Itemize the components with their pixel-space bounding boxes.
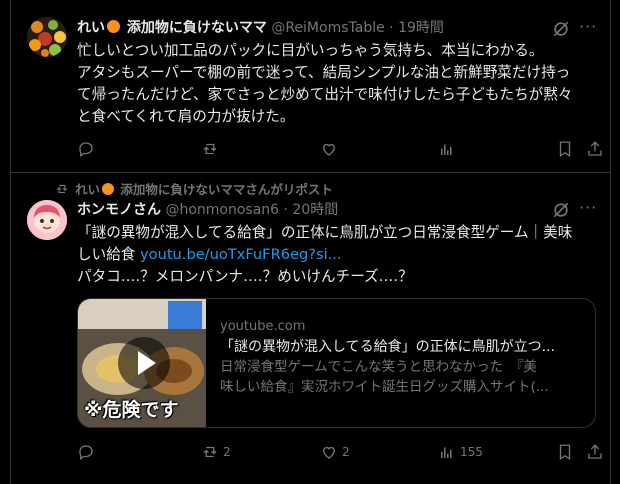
card-description-line: 味しい給食』実況ホワイト誕生日グッズ購入サイト(... [220,379,549,395]
tweet-text: 「謎の異物が混入してる給食」の正体に鳥肌が立つ日常浸食型ゲーム｜美味 しい給食 … [77,222,602,288]
repost-note[interactable]: れい 添加物に負けないママさんがリポスト [55,179,333,198]
timestamp[interactable]: 19時間 [398,20,444,36]
tweet-text-line: パタコ‥‥？メロンパンナ‥‥？めいけんチーズ‥‥？ [77,268,413,285]
thumbnail-caption: ※危険です [84,399,179,421]
tweet-text-line: て帰ったんだけど、家でさっと炒めて出汁で味付けしたら子どもたちが黙々 [77,86,573,103]
reposter-text[interactable]: 添加物に負けないママさんがリポスト [120,182,333,197]
views-count: 155 [460,445,483,459]
card-title: 「謎の異物が混入してる給食」の正体に鳥肌が立つ... [220,339,555,355]
dot-separator: · [279,202,293,218]
bookmark-button[interactable] [556,138,574,160]
tweet-text-fragment: しい給食 [77,246,141,263]
bookmark-icon [559,444,571,461]
repost-count: 2 [223,445,231,459]
handle[interactable]: @ReiMomsTable [271,20,384,36]
timeline: れい 添加物に負けないママ @ReiMomsTable · 19時間 ··· 忙… [10,0,611,484]
views-icon [441,447,452,458]
dot-separator: · [384,20,399,36]
views-button[interactable] [438,138,460,160]
reply-button[interactable] [77,138,99,160]
repost-icon [203,143,217,155]
share-button[interactable] [586,441,604,463]
grok-icon[interactable] [551,19,571,39]
repost-button[interactable]: 2 [201,441,231,463]
share-icon [588,141,602,156]
display-name[interactable]: ホンモノさん [77,202,161,218]
bookmark-icon [559,141,571,158]
tweet-header: れい 添加物に負けないママ @ReiMomsTable · 19時間 [77,18,444,38]
card-thumbnail[interactable]: ※危険です [78,299,206,427]
like-button[interactable]: 2 [320,441,350,463]
share-button[interactable] [586,138,604,160]
tweet-honmonosan[interactable]: れい 添加物に負けないママさんがリポスト ホンモノさん @honmonosan6… [11,173,610,484]
reply-icon [79,142,93,158]
repost-icon [56,184,68,193]
display-name-suffix[interactable]: 添加物に負けないママ [127,20,267,36]
tweet-link[interactable]: youtu.be/uoTxFuFR6eg?si... [140,246,342,263]
reply-button[interactable] [77,441,99,463]
card-text: youtube.com 「謎の異物が混入してる給食」の正体に鳥肌が立つ... 日… [220,317,585,397]
orange-emoji-icon [102,183,115,195]
like-button[interactable] [320,138,342,160]
handle[interactable]: @honmonosan6 [165,202,279,218]
orange-emoji-icon [107,20,120,33]
more-icon[interactable]: ··· [579,198,597,218]
repost-icon [203,446,217,458]
like-icon [323,143,335,156]
tweet-text-line: 忙しいとつい加工品のパックに目がいっちゃう気持ち、本当にわかる。 [77,42,544,59]
more-icon[interactable]: ··· [579,17,597,37]
like-count: 2 [342,445,350,459]
timestamp[interactable]: 20時間 [292,202,338,218]
action-bar [77,138,602,160]
card-domain: youtube.com [220,319,306,334]
card-description: 日常浸食型ゲームでこんな笑うと思わなかった 『美 味しい給食』実況ホワイト誕生日… [220,357,585,397]
display-name-prefix[interactable]: れい [77,20,105,36]
like-icon [323,446,335,459]
tweet-text-line: と食べてくれて肩の力が抜けた。 [77,108,295,125]
action-bar: 2 2 155 [77,441,602,463]
tweet-reimomstable[interactable]: れい 添加物に負けないママ @ReiMomsTable · 19時間 ··· 忙… [11,0,610,173]
display-name[interactable]: れい 添加物に負けないママ [77,20,267,36]
avatar[interactable] [27,200,67,240]
tweet-header: ホンモノさん @honmonosan6 · 20時間 [77,200,338,220]
bookmark-button[interactable] [556,441,574,463]
play-icon[interactable] [118,337,170,389]
grok-icon[interactable] [551,200,571,220]
tweet-text-line: アタシもスーパーで棚の前で迷って、結局シンプルな油と新鮮野菜だけ持っ [77,64,571,81]
views-button[interactable]: 155 [438,441,483,463]
link-card[interactable]: ※危険です youtube.com 「謎の異物が混入してる給食」の正体に鳥肌が立… [77,298,596,428]
reply-icon [79,445,93,461]
avatar[interactable] [27,17,67,57]
repost-button[interactable] [201,138,223,160]
views-icon [441,144,452,155]
reposter-name-prefix[interactable]: れい [75,182,100,197]
tweet-text-line: 「謎の異物が混入してる給食」の正体に鳥肌が立つ日常浸食型ゲーム｜美味 [77,224,573,241]
tweet-text-line: しい給食 youtu.be/uoTxFuFR6eg?si... [77,244,602,266]
card-description-line: 日常浸食型ゲームでこんな笑うと思わなかった 『美 [220,359,537,375]
tweet-text: 忙しいとつい加工品のパックに目がいっちゃう気持ち、本当にわかる。 アタシもスーパ… [77,40,602,128]
share-icon [588,444,602,459]
